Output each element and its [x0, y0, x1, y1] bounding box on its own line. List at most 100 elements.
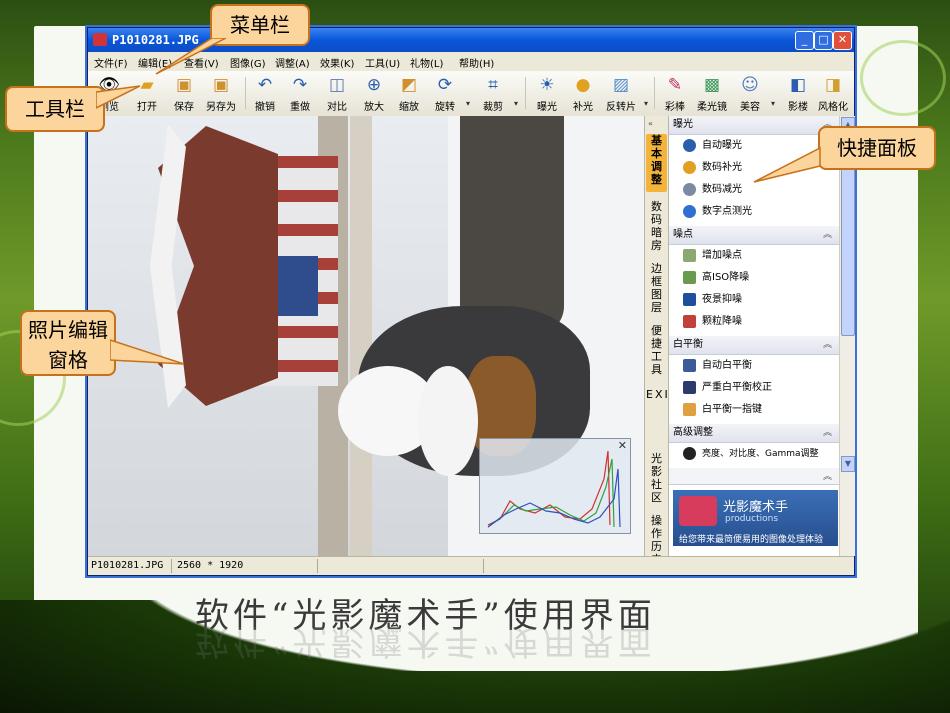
- wb-auto-icon: [683, 358, 696, 372]
- tab-digital-darkroom[interactable]: 数码暗房: [646, 200, 667, 258]
- panel-item-wb-correct[interactable]: 严重白平衡校正: [683, 379, 772, 397]
- fill-light-icon: ●: [575, 75, 591, 95]
- zoom-in-label: 放大: [364, 102, 384, 113]
- tab-history[interactable]: 操作历史: [646, 514, 667, 566]
- menu-file[interactable]: 文件(F): [94, 55, 128, 70]
- panel-item-wb-one-click[interactable]: 白平衡一指键: [683, 401, 762, 419]
- collapse-icon[interactable]: ︽: [823, 226, 832, 244]
- side-tabs: « 基本调整 数码暗房 边框图层 便捷工具 EXIF 光影社区 操作历史: [644, 116, 676, 566]
- photo-wall-pillar: [350, 116, 372, 556]
- tab-quick-tools[interactable]: 便捷工具: [646, 324, 667, 382]
- item-label: 增加噪点: [702, 250, 742, 261]
- rotate-button[interactable]: ⟳ 旋转: [428, 72, 462, 114]
- panel-item-add-noise[interactable]: 增加噪点: [683, 247, 742, 265]
- tab-basic-adjust[interactable]: 基本调整: [646, 134, 667, 192]
- collapse-icon[interactable]: ︽: [823, 468, 832, 486]
- status-empty: [320, 559, 484, 573]
- section-exposure-header[interactable]: 曝光 ︽: [669, 116, 840, 135]
- noise-add-icon: [683, 248, 696, 262]
- menu-tools[interactable]: 工具(U): [365, 55, 400, 70]
- compare-label: 对比: [327, 102, 347, 113]
- iso-icon: [683, 270, 696, 284]
- item-label: 数码减光: [702, 184, 742, 195]
- exposure-label: 曝光: [537, 102, 557, 113]
- brand-name: 光影魔术手: [723, 500, 789, 515]
- save-as-button[interactable]: ▣ 另存为: [202, 72, 240, 114]
- save-button[interactable]: ▣ 保存: [167, 72, 201, 114]
- section-noise-header[interactable]: 噪点 ︽: [669, 226, 840, 245]
- tab-frame-layers[interactable]: 边框图层: [646, 262, 667, 320]
- menu-effect[interactable]: 效果(K): [320, 55, 354, 70]
- studio-button[interactable]: ◧ 影楼: [781, 72, 815, 114]
- panel-item-grain-noise[interactable]: 颗粒降噪: [683, 313, 742, 331]
- slide-film-icon: ▨: [612, 75, 630, 95]
- soft-light-button[interactable]: ▩ 柔光镜: [693, 72, 731, 114]
- panel-item-digital-dim[interactable]: 数码减光: [683, 181, 742, 199]
- close-button[interactable]: ✕: [833, 31, 852, 50]
- grain-icon: [683, 314, 696, 328]
- rotate-dropdown-arrow[interactable]: ▾: [466, 99, 470, 108]
- histogram-overlay[interactable]: ✕: [479, 438, 631, 534]
- panel-item-night-noise[interactable]: 夜景抑噪: [683, 291, 742, 309]
- rotate-icon: ⟳: [437, 75, 453, 95]
- fill-light-label: 补光: [573, 102, 593, 113]
- panel-collapse-icon[interactable]: «: [648, 119, 653, 128]
- contrast-icon: [683, 446, 696, 460]
- resize-icon: ◩: [400, 75, 418, 95]
- compare-button[interactable]: ◫ 对比: [320, 72, 354, 114]
- crop-icon: ⌗: [488, 75, 498, 95]
- item-label: 自动白平衡: [702, 360, 752, 371]
- panel-item-brightness-contrast[interactable]: 亮度、对比度、Gamma调整: [683, 445, 819, 463]
- film-dropdown-arrow[interactable]: ▾: [644, 99, 648, 108]
- crop-button[interactable]: ⌗ 裁剪: [476, 72, 510, 114]
- menu-adjust[interactable]: 调整(A): [275, 55, 310, 70]
- panel-item-digital-fill[interactable]: 数码补光: [683, 159, 742, 177]
- undo-button[interactable]: ↶ 撤销: [248, 72, 282, 114]
- menu-image[interactable]: 图像(G): [230, 55, 266, 70]
- histogram-close-icon[interactable]: ✕: [618, 439, 627, 452]
- tab-community[interactable]: 光影社区: [646, 452, 667, 510]
- scroll-down-arrow[interactable]: ▼: [841, 456, 855, 472]
- panel-item-spot-meter[interactable]: 数字点测光: [683, 203, 752, 221]
- panel-item-auto-exposure[interactable]: 自动曝光: [683, 137, 742, 155]
- collapse-icon[interactable]: ︽: [823, 424, 832, 442]
- stylize-button[interactable]: ◨ 风格化: [816, 72, 850, 114]
- slide-film-button[interactable]: ▨ 反转片: [601, 72, 641, 114]
- beauty-icon: ☺: [741, 75, 759, 95]
- brand-section-header[interactable]: ︽: [669, 468, 840, 485]
- item-label: 数字点测光: [702, 206, 752, 217]
- compare-icon: ◫: [328, 75, 346, 95]
- panel-item-high-iso[interactable]: 高ISO降噪: [683, 269, 749, 287]
- callout-photo-pane: 照片编辑窗格: [20, 310, 116, 376]
- crop-dropdown-arrow[interactable]: ▾: [514, 99, 518, 108]
- meter-icon: [683, 204, 696, 218]
- fill-light-button[interactable]: ● 补光: [566, 72, 600, 114]
- color-stick-icon: ✎: [667, 75, 683, 95]
- exposure-button[interactable]: ☀ 曝光: [530, 72, 564, 114]
- menu-gifts[interactable]: 礼物(L): [410, 55, 443, 70]
- menu-help[interactable]: 帮助(H): [459, 55, 494, 70]
- panel-item-auto-wb[interactable]: 自动白平衡: [683, 357, 752, 375]
- panel-scrollbar[interactable]: ▲ ▼: [839, 116, 855, 556]
- zoom-in-button[interactable]: ⊕ 放大: [357, 72, 391, 114]
- toolbar-separator: [525, 77, 526, 109]
- maximize-button[interactable]: □: [814, 31, 833, 50]
- beauty-dropdown-arrow[interactable]: ▾: [771, 99, 775, 108]
- minimize-button[interactable]: _: [795, 31, 814, 50]
- collapse-icon[interactable]: ︽: [823, 336, 832, 354]
- section-title: 白平衡: [673, 339, 703, 350]
- save-label: 保存: [174, 102, 194, 113]
- section-white-balance-header[interactable]: 白平衡 ︽: [669, 336, 840, 355]
- tab-exif[interactable]: EXIF: [646, 388, 676, 446]
- color-stick-button[interactable]: ✎ 彩棒: [658, 72, 692, 114]
- beauty-button[interactable]: ☺ 美容: [733, 72, 767, 114]
- callout-toolbar: 工具栏: [5, 86, 105, 132]
- redo-button[interactable]: ↷ 重做: [283, 72, 317, 114]
- resize-button[interactable]: ◩ 缩放: [392, 72, 426, 114]
- section-advanced-header[interactable]: 高级调整 ︽: [669, 424, 840, 443]
- histogram-graph: [487, 450, 621, 528]
- wb-correct-icon: [683, 380, 696, 394]
- brand-subtitle: productions: [725, 514, 779, 524]
- brand-banner: 光影魔术手 productions 给您带来最简便易用的图像处理体验: [673, 490, 838, 546]
- item-label: 亮度、对比度、Gamma调整: [702, 449, 819, 459]
